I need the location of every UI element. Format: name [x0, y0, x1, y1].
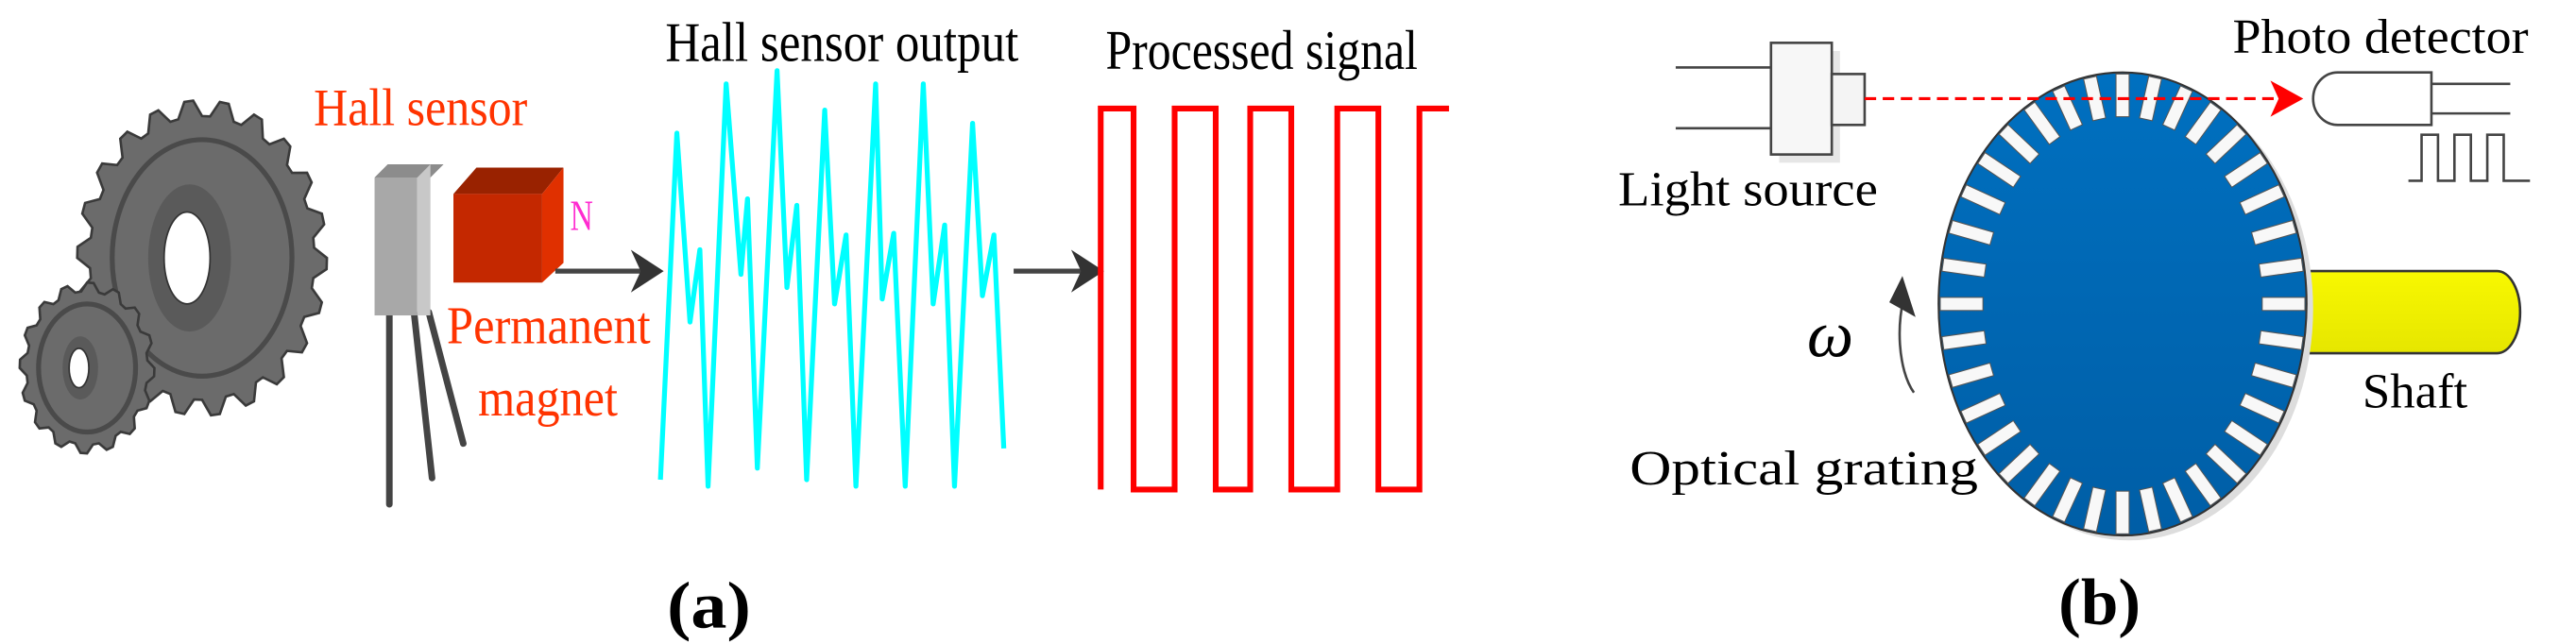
processed-signal-wave — [1098, 105, 1449, 493]
hall-sensor-output-wave — [657, 68, 1007, 489]
omega-label: ω — [1807, 299, 1853, 372]
gears-icon — [18, 99, 329, 455]
light-source-label: Light source — [1618, 163, 1878, 217]
rotation-arrow-icon — [1889, 276, 1916, 394]
panel-b: Light source Photo detector Shaft Optica… — [1618, 10, 2531, 639]
grating-slot — [2115, 490, 2130, 534]
caption-a: (a) — [667, 569, 751, 642]
panel-a: Hall sensor N Permanent magnet Hall sens… — [18, 10, 1449, 642]
photo-detector-icon — [2312, 71, 2531, 182]
shaft-label: Shaft — [2363, 364, 2468, 418]
caption-b: (b) — [2058, 567, 2141, 639]
grating-slot — [2115, 73, 2130, 118]
shaft — [2282, 269, 2522, 355]
encoder-diagram: Hall sensor N Permanent magnet Hall sens… — [18, 10, 2531, 642]
hall-output-label: Hall sensor output — [665, 10, 1018, 73]
grating-slot — [2261, 297, 2306, 312]
magnet-label: magnet — [478, 369, 618, 428]
magnet-pole-label: N — [570, 193, 592, 240]
optical-grating-label: Optical grating — [1629, 442, 1978, 496]
grating-slot — [1939, 297, 1984, 312]
photo-detector-label: Photo detector — [2233, 10, 2529, 64]
arrow-to-processed — [1014, 249, 1104, 293]
processed-signal-label: Processed signal — [1105, 19, 1417, 81]
optical-grating-disk — [1937, 71, 2308, 537]
light-source-icon — [1675, 42, 1867, 163]
small-gear-icon — [18, 280, 156, 455]
permanent-label: Permanent — [447, 297, 651, 356]
permanent-magnet — [453, 167, 564, 283]
hall-sensor-label: Hall sensor — [314, 78, 528, 137]
arrow-to-output — [554, 249, 664, 293]
